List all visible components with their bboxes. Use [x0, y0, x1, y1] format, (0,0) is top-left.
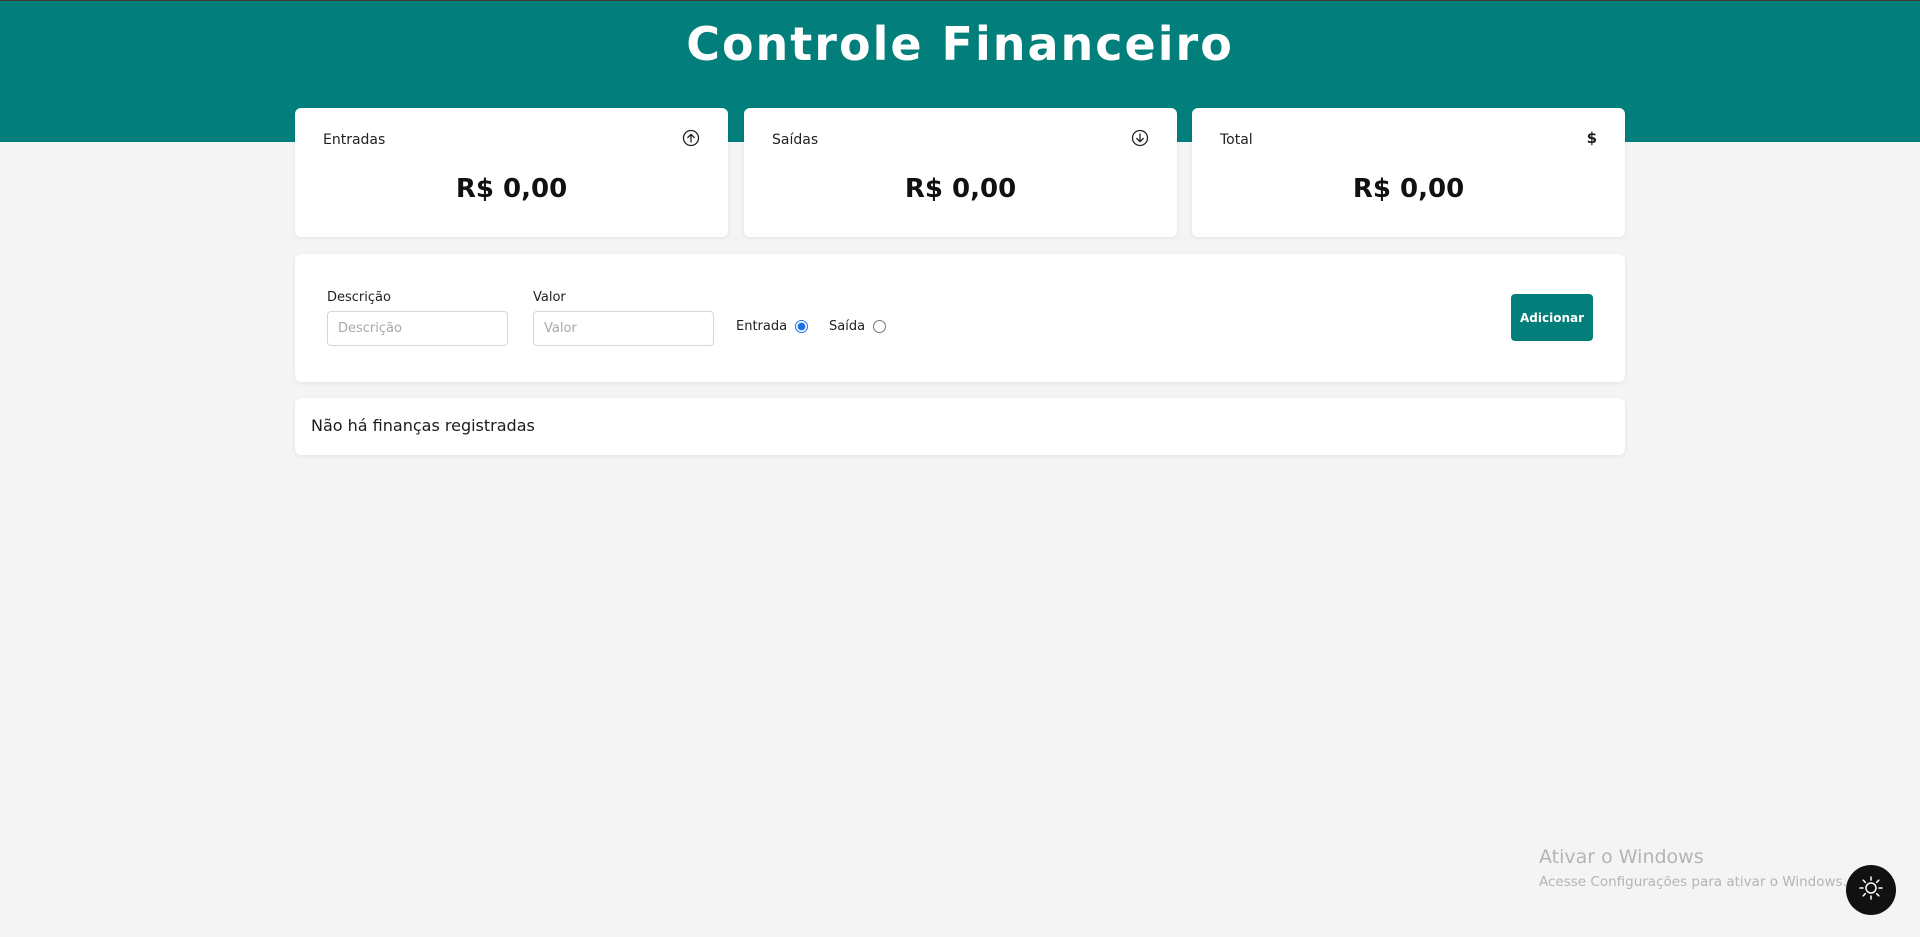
dollar-icon: $ — [1586, 129, 1597, 147]
watermark-subtitle: Acesse Configurações para ativar o Windo… — [1539, 874, 1847, 890]
type-option-entrada[interactable]: Entrada — [736, 316, 809, 336]
expense-card: Saídas R$ 0,00 — [744, 108, 1177, 237]
entrada-radio[interactable] — [795, 319, 809, 333]
income-card-label: Entradas — [323, 132, 386, 148]
theme-toggle-button[interactable] — [1846, 865, 1896, 915]
description-input[interactable] — [327, 311, 508, 346]
arrow-down-circle-icon — [1131, 129, 1149, 147]
empty-list-message: Não há finanças registradas — [311, 416, 535, 435]
app-title: Controle Financeiro — [686, 17, 1234, 71]
description-label: Descrição — [327, 290, 391, 305]
entrada-radio-label: Entrada — [736, 318, 788, 334]
expense-card-label: Saídas — [772, 132, 819, 148]
value-input[interactable] — [533, 311, 714, 346]
value-label: Valor — [533, 290, 566, 305]
transactions-list: Não há finanças registradas — [295, 398, 1625, 455]
total-card-value: R$ 0,00 — [1352, 174, 1465, 204]
income-card-value: R$ 0,00 — [455, 174, 568, 204]
add-button[interactable]: Adicionar — [1511, 294, 1593, 341]
expense-card-value: R$ 0,00 — [904, 174, 1017, 204]
arrow-up-circle-icon — [682, 129, 700, 147]
saida-radio[interactable] — [873, 319, 887, 333]
type-option-saida[interactable]: Saída — [829, 316, 887, 336]
saida-radio-label: Saída — [829, 318, 866, 334]
watermark-title: Ativar o Windows — [1539, 846, 1704, 868]
total-card: Total $ R$ 0,00 — [1192, 108, 1625, 237]
sun-icon — [1858, 875, 1884, 905]
income-card: Entradas R$ 0,00 — [295, 108, 728, 237]
windows-activation-watermark: Ativar o Windows Acesse Configurações pa… — [1539, 846, 1847, 890]
total-card-label: Total — [1220, 132, 1253, 148]
transaction-form: Descrição Valor Entrada Saída Adicionar — [295, 254, 1625, 382]
